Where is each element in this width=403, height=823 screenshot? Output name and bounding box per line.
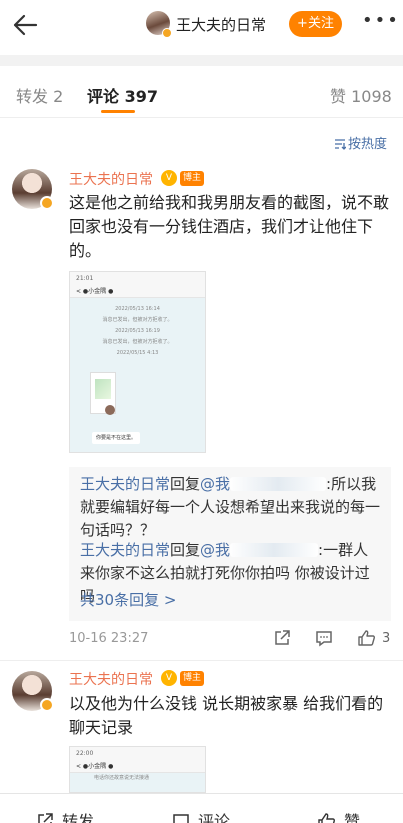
comment-text: 这是他之前给我和我男朋友看的截图，说不敢回家也没有一分钱住酒店，我们才让他住下的… (69, 193, 390, 260)
view-all-replies-link[interactable]: 共30条回复 > (80, 589, 176, 610)
replies-panel: 王大夫的日常回复@我:所以我就要编辑好每一个人设想希望出来我说的每一句话吗？？ … (69, 467, 391, 621)
image-chat-line: 2022/05/15 4:13 (116, 350, 159, 356)
image-chat-line: 电话你还故意说无法接通 (94, 775, 150, 781)
reply-username[interactable]: 王大夫的日常 (80, 475, 170, 493)
reply-verb: 回复 (170, 541, 201, 559)
sort-by-hot-button[interactable]: 按热度 (334, 133, 387, 152)
like-count: 3 (382, 631, 391, 646)
vip-crown-icon: V (161, 670, 177, 686)
comment-label: 评论 (198, 812, 231, 823)
follow-button[interactable]: +关注 (289, 11, 342, 37)
tab-repost[interactable]: 转发 2 (16, 83, 63, 107)
like-thumb-icon[interactable] (357, 628, 377, 648)
back-arrow-icon[interactable] (10, 10, 40, 40)
repost-icon (38, 813, 53, 823)
image-status-bar-text: 21:01 (70, 272, 205, 286)
image-chat-line: 消息已发出，但被对方拒收了。 (102, 339, 173, 345)
image-avatar (105, 405, 115, 415)
comment-username[interactable]: 王大夫的日常 (69, 169, 153, 189)
blogger-badge: 博主 (180, 171, 205, 186)
comment-image[interactable]: 21:01 < ●小金隅 ● 2022/05/13 16:14 消息已发出，但被… (69, 271, 206, 453)
image-chat-line: 2022/05/13 16:19 (115, 328, 160, 334)
reply-mention[interactable]: @我 (200, 541, 230, 559)
more-options-icon[interactable]: ••• (362, 12, 398, 34)
comment-button[interactable]: 评论 (172, 808, 230, 823)
blogger-badge: 博主 (180, 671, 205, 686)
reply-verb: 回复 (170, 475, 201, 493)
blurred-mention (230, 477, 327, 491)
sort-label: 按热度 (348, 137, 388, 152)
comment-timestamp: 10-16 23:27 (69, 631, 149, 646)
repost-label: 转发 (62, 812, 95, 823)
image-status-bar-text: 22:00 (70, 747, 205, 761)
bottom-action-bar: 转发 评论 赞 (0, 793, 403, 823)
tab-comment[interactable]: 评论 397 (87, 83, 158, 107)
like-button[interactable]: 赞 (318, 808, 360, 823)
image-chat-title: < ●小金隅 ● (70, 286, 205, 298)
reply-username[interactable]: 王大夫的日常 (80, 541, 170, 559)
comment-text: 以及他为什么没钱 说长期被家暴 给我们看的聊天记录 (69, 694, 384, 737)
reply-item[interactable]: 王大夫的日常回复@我:所以我就要编辑好每一个人设想希望出来我说的每一句话吗？？ (80, 473, 380, 542)
tab-bar: 转发 2 评论 397 赞 1098 (0, 66, 403, 118)
like-label: 赞 (344, 812, 361, 823)
verified-badge-icon (40, 196, 54, 210)
blurred-mention (230, 543, 319, 557)
comment-icon[interactable] (314, 628, 334, 648)
share-icon[interactable] (272, 628, 292, 648)
vip-crown-icon: V (161, 170, 177, 186)
header-title[interactable]: 王大夫的日常 (176, 14, 266, 35)
repost-button[interactable]: 转发 (36, 808, 94, 823)
comment-divider (0, 660, 403, 661)
comment-username[interactable]: 王大夫的日常 (69, 669, 153, 689)
comment-image[interactable]: 22:00 < ●小金隅 ● 电话你还故意说无法接通 (69, 746, 206, 793)
image-chat-line: 2022/05/13 16:14 (115, 306, 160, 312)
top-nav-bar: 王大夫的日常 +关注 ••• (0, 0, 403, 50)
verified-badge-icon (162, 28, 172, 38)
image-chat-title: < ●小金隅 ● (70, 761, 205, 773)
image-chat-line: 消息已发出，但被对方拒收了。 (102, 317, 173, 323)
active-tab-indicator (101, 110, 135, 113)
tab-like[interactable]: 赞 1098 (330, 83, 392, 107)
section-divider (0, 55, 403, 66)
sort-icon (335, 139, 346, 150)
reply-mention[interactable]: @我 (200, 475, 230, 493)
comment-icon (173, 814, 189, 823)
image-chat-bubble: 你要是不在这里。 (92, 432, 141, 444)
verified-badge-icon (40, 698, 54, 712)
like-thumb-icon (318, 813, 335, 823)
